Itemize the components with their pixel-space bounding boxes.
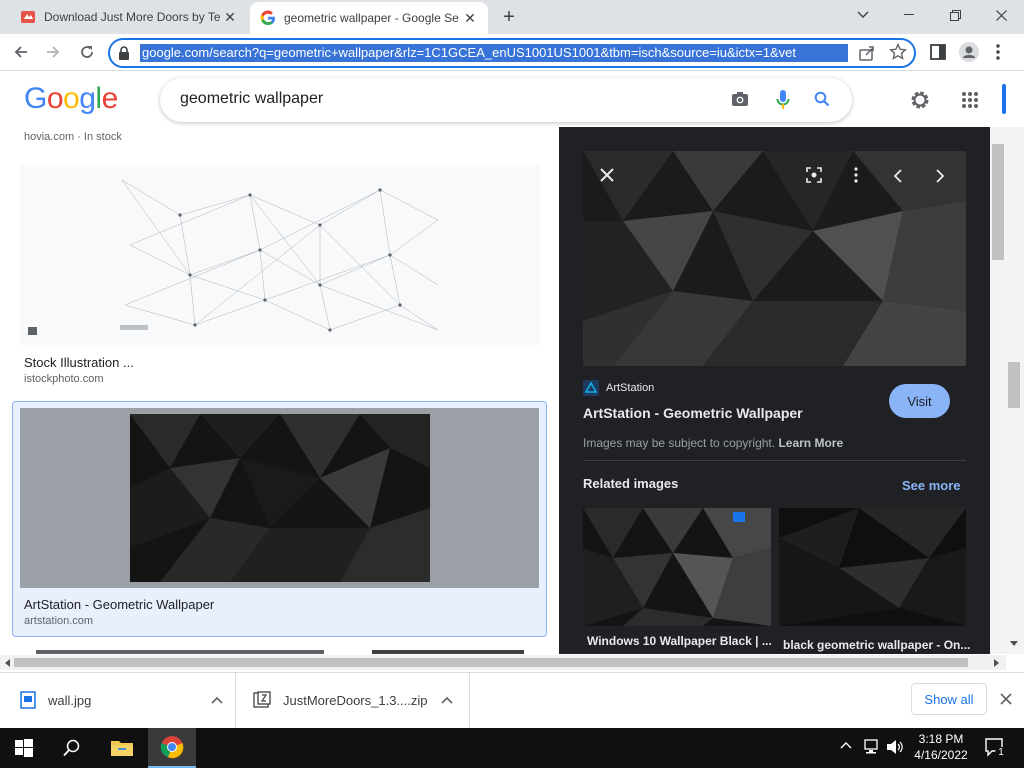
tab-just-more-doors[interactable]: Download Just More Doors by Te ✕ (10, 0, 248, 34)
visit-button[interactable]: Visit (889, 384, 950, 418)
logo-letter: e (101, 82, 119, 115)
clock-time: 3:18 PM (918, 732, 964, 746)
url-text[interactable]: google.com/search?q=geometric+wallpaper&… (140, 44, 848, 62)
result-site[interactable]: artstation.com (24, 615, 93, 627)
voice-search-icon[interactable] (776, 89, 790, 111)
tab-search-button[interactable] (840, 0, 886, 30)
related-image-1[interactable] (583, 508, 771, 626)
see-more-link[interactable]: See more (902, 478, 961, 493)
related-caption[interactable]: black geometric wallpaper - On... (783, 638, 970, 652)
file-explorer-icon[interactable] (98, 728, 146, 768)
google-logo[interactable]: Google (24, 82, 118, 116)
chevron-up-icon[interactable] (441, 696, 453, 704)
side-panel-icon[interactable] (929, 43, 947, 61)
close-download-shelf-icon[interactable] (1000, 693, 1012, 705)
minimize-button[interactable] (886, 0, 932, 30)
tab-google-search[interactable]: geometric wallpaper - Google Se ✕ (250, 2, 488, 34)
notification-count-badge: 1 (995, 747, 1007, 759)
show-hidden-icons-chevron-icon[interactable] (840, 741, 852, 749)
forward-button[interactable] (38, 37, 68, 67)
next-result-image-edge[interactable] (36, 650, 324, 654)
source-name[interactable]: ArtStation (606, 382, 654, 394)
search-input[interactable]: geometric wallpaper (180, 90, 323, 108)
download-filename: JustMoreDoors_1.3....zip (283, 692, 428, 708)
scroll-left-arrow-icon[interactable] (4, 659, 10, 667)
result-site[interactable]: istockphoto.com (24, 373, 103, 385)
logo-letter: G (24, 82, 47, 115)
apps-grid-icon[interactable] (961, 91, 979, 109)
settings-gear-icon[interactable] (909, 89, 931, 111)
inner-scrollbar-thumb[interactable] (992, 144, 1004, 260)
download-item-justmoredoors[interactable]: JustMoreDoors_1.3....zip (237, 672, 470, 728)
learn-more-link[interactable]: Learn More (778, 436, 843, 450)
scroll-down-arrow-icon[interactable] (1010, 641, 1018, 647)
next-result-image-edge[interactable] (372, 650, 524, 654)
related-image-2[interactable] (779, 508, 966, 626)
restore-button[interactable] (932, 0, 978, 30)
related-images-heading: Related images (583, 476, 679, 491)
zip-file-icon (253, 691, 271, 709)
copyright-notice: Images may be subject to copyright. Lear… (583, 436, 843, 450)
reload-button[interactable] (72, 37, 102, 67)
tab-close-icon[interactable]: ✕ (222, 9, 238, 25)
logo-letter: o (63, 82, 80, 115)
next-image-icon[interactable] (935, 169, 945, 183)
more-options-icon[interactable] (854, 167, 858, 183)
search-icon[interactable] (814, 91, 830, 107)
chrome-taskbar-icon[interactable] (148, 728, 196, 768)
show-all-button[interactable]: Show all (911, 683, 987, 715)
result-image-geometric[interactable] (20, 408, 539, 588)
chevron-up-icon[interactable] (211, 696, 223, 704)
profile-avatar-icon[interactable] (959, 42, 979, 62)
result-title[interactable]: Stock Illustration ... (24, 355, 134, 370)
google-favicon-icon (260, 10, 276, 26)
download-site-favicon-icon (20, 9, 36, 25)
previous-image-icon[interactable] (893, 169, 903, 183)
logo-letter: o (46, 82, 64, 115)
download-filename: wall.jpg (48, 692, 92, 708)
artstation-logo-icon (583, 380, 599, 396)
copyright-text: Images may be subject to copyright. (583, 436, 776, 450)
lens-search-icon[interactable] (805, 166, 823, 184)
close-preview-icon[interactable] (598, 166, 616, 184)
tab-title: geometric wallpaper - Google Se (284, 11, 459, 25)
clock[interactable]: 3:18 PM 4/16/2022 (908, 731, 974, 763)
share-icon[interactable] (858, 44, 876, 62)
lock-icon[interactable] (118, 46, 130, 60)
result-image-network[interactable] (20, 165, 540, 345)
start-button[interactable] (0, 728, 48, 768)
related-caption[interactable]: Windows 10 Wallpaper Black | ... (587, 634, 772, 648)
camera-search-icon[interactable] (731, 91, 749, 107)
bookmark-star-icon[interactable] (889, 43, 907, 61)
close-window-button[interactable] (978, 0, 1024, 30)
download-item-wall[interactable]: wall.jpg (0, 672, 236, 728)
tab-title: Download Just More Doors by Te (44, 10, 221, 24)
network-icon[interactable] (862, 739, 880, 755)
signin-button-edge[interactable] (1002, 84, 1006, 114)
logo-letter: g (79, 82, 96, 115)
result-title[interactable]: ArtStation - Geometric Wallpaper (24, 597, 214, 612)
clock-date: 4/16/2022 (914, 748, 968, 762)
horizontal-scrollbar-thumb[interactable] (14, 658, 968, 667)
tab-close-icon[interactable]: ✕ (462, 10, 478, 26)
back-button[interactable] (6, 37, 36, 67)
page-scrollbar-thumb[interactable] (1008, 362, 1020, 408)
preview-title[interactable]: ArtStation - Geometric Wallpaper (583, 405, 803, 421)
taskbar-search-icon[interactable] (48, 728, 96, 768)
new-tab-button[interactable]: + (496, 6, 522, 28)
scroll-right-arrow-icon[interactable] (994, 659, 1000, 667)
preview-image[interactable] (583, 151, 966, 366)
result-site[interactable]: hovia.com · In stock (24, 131, 122, 143)
divider (583, 460, 966, 461)
image-file-icon (20, 691, 36, 709)
chrome-menu-icon[interactable] (996, 44, 1000, 60)
volume-icon[interactable] (886, 739, 904, 755)
